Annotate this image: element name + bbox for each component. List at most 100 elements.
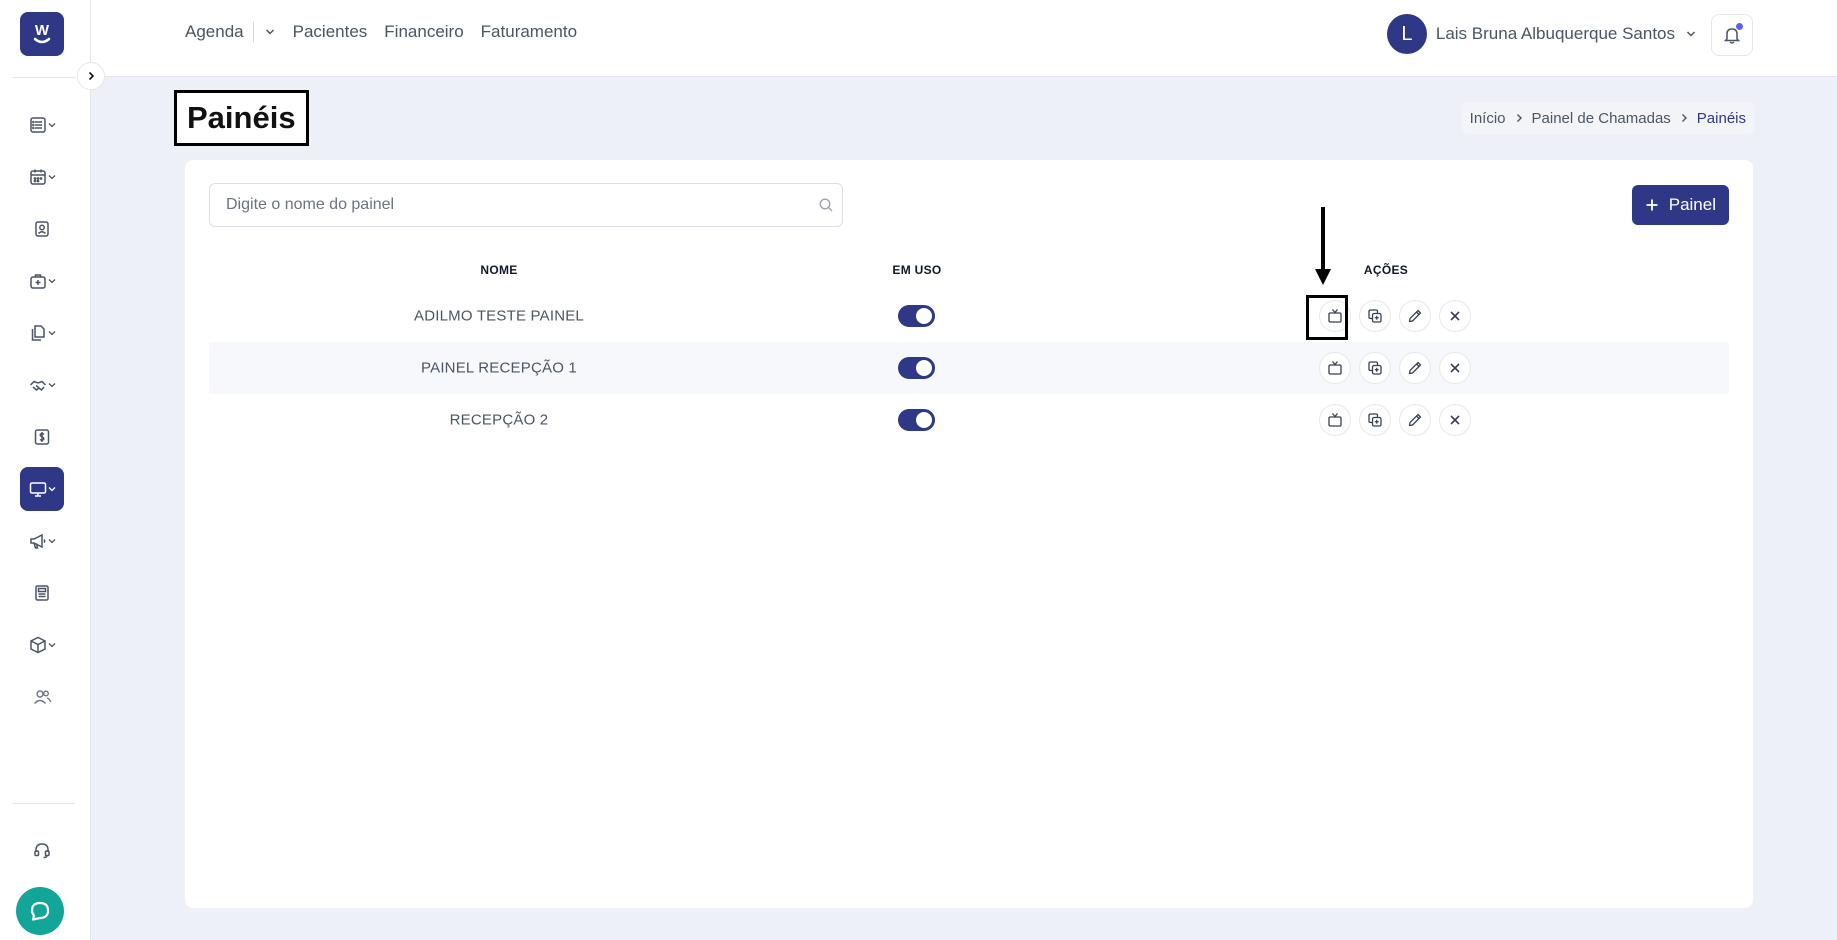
sidebar-item-panels[interactable]: [20, 467, 64, 511]
copy-icon: [1368, 361, 1382, 375]
duplicate-panel-button[interactable]: [1359, 300, 1391, 332]
edit-pencil-icon: [1408, 361, 1422, 375]
panel-name: RECEPÇÃO 2: [449, 411, 549, 429]
add-panel-button[interactable]: Painel: [1631, 185, 1729, 225]
column-header-actions: AÇÕES: [1363, 263, 1409, 277]
user-name[interactable]: Lais Bruna Albuquerque Santos: [1436, 24, 1675, 44]
user-menu[interactable]: L Lais Bruna Albuquerque Santos: [1386, 14, 1697, 54]
edit-panel-button[interactable]: [1399, 404, 1431, 436]
headset-icon: [34, 843, 50, 859]
edit-panel-button[interactable]: [1399, 300, 1431, 332]
sidebar-item-support[interactable]: [20, 828, 64, 872]
nav-divider: [252, 22, 254, 42]
app-logo[interactable]: W: [20, 12, 64, 56]
table-row: ADILMO TESTE PAINEL: [209, 290, 1729, 342]
top-nav-pacientes[interactable]: Pacientes: [293, 22, 368, 42]
list-icon: [29, 117, 46, 133]
chevron-down-icon: [48, 643, 55, 648]
chevron-down-icon: [1686, 31, 1696, 37]
sidebar-item-handshake[interactable]: [20, 363, 64, 407]
edit-pencil-icon: [1408, 413, 1422, 427]
documents-icon: [31, 325, 45, 341]
sidebar: W: [0, 0, 91, 940]
w-logo-icon: W: [33, 22, 51, 44]
sidebar-item-contacts[interactable]: [20, 207, 64, 251]
close-icon: [1450, 311, 1460, 321]
notifications-button[interactable]: [1711, 14, 1753, 56]
breadcrumb-home[interactable]: Início: [1470, 110, 1506, 127]
top-nav-faturamento[interactable]: Faturamento: [481, 22, 577, 42]
breadcrumb-separator: [1514, 113, 1524, 123]
sidebar-item-users[interactable]: [20, 675, 64, 719]
in-use-toggle[interactable]: [898, 305, 935, 327]
sidebar-item-reports[interactable]: [20, 571, 64, 615]
sidebar-item-documents[interactable]: [20, 311, 64, 355]
chevron-down-icon: [48, 487, 55, 492]
sidebar-item-financial[interactable]: [20, 415, 64, 459]
add-panel-label: Painel: [1668, 195, 1716, 214]
edit-pencil-icon: [1408, 309, 1422, 323]
sidebar-item-marketing[interactable]: [20, 519, 64, 563]
top-bar: Agenda Pacientes Financeiro Faturamento …: [91, 0, 1837, 77]
close-icon: [1450, 363, 1460, 373]
handshake-icon: [29, 380, 46, 392]
chat-button[interactable]: [16, 887, 64, 935]
table-row: PAINEL RECEPÇÃO 1: [209, 342, 1729, 394]
top-nav: Agenda Pacientes Financeiro Faturamento: [185, 22, 594, 42]
edit-panel-button[interactable]: [1399, 352, 1431, 384]
open-panel-tv-button[interactable]: [1319, 404, 1351, 436]
calendar-icon: [29, 169, 46, 185]
copy-icon: [1368, 309, 1382, 323]
breadcrumb: Início Painel de Chamadas Painéis: [1461, 102, 1754, 134]
search-field[interactable]: [209, 183, 843, 227]
sidebar-divider: [12, 803, 75, 804]
chevron-down-icon: [48, 383, 55, 388]
breadcrumb-painel-chamadas[interactable]: Painel de Chamadas: [1532, 110, 1671, 127]
duplicate-panel-button[interactable]: [1359, 352, 1391, 384]
sidebar-item-medical[interactable]: [20, 259, 64, 303]
top-nav-financeiro[interactable]: Financeiro: [384, 22, 463, 42]
users-icon: [33, 690, 52, 704]
close-icon: [1450, 415, 1460, 425]
sidebar-item-list[interactable]: [20, 103, 64, 147]
toggle-knob: [916, 360, 932, 376]
chevron-right-icon: [88, 71, 95, 81]
top-nav-agenda[interactable]: Agenda: [185, 22, 244, 42]
chevron-down-icon: [48, 123, 55, 128]
in-use-toggle[interactable]: [898, 409, 935, 431]
in-use-toggle[interactable]: [898, 357, 935, 379]
breadcrumb-separator: [1679, 113, 1689, 123]
chevron-down-icon: [48, 539, 55, 544]
monitor-icon: [29, 482, 46, 497]
panel-name: ADILMO TESTE PAINEL: [414, 307, 584, 325]
search-input[interactable]: [226, 184, 806, 226]
toggle-knob: [916, 308, 932, 324]
sidebar-toggle-button[interactable]: [77, 62, 105, 90]
tv-icon: [1328, 413, 1342, 427]
delete-panel-button[interactable]: [1439, 352, 1471, 384]
search-icon: [819, 198, 833, 212]
delete-panel-button[interactable]: [1439, 300, 1471, 332]
annotation-highlight-box: [1306, 295, 1348, 340]
panel-name: PAINEL RECEPÇÃO 1: [421, 359, 577, 377]
chat-bubble-icon: [30, 901, 50, 921]
page-title: Painéis: [174, 90, 309, 146]
agenda-dropdown-toggle[interactable]: [264, 26, 276, 38]
box-icon: [29, 636, 46, 654]
avatar[interactable]: L: [1386, 14, 1427, 54]
svg-text:W: W: [35, 22, 50, 39]
toggle-knob: [916, 412, 932, 428]
delete-panel-button[interactable]: [1439, 404, 1471, 436]
sidebar-item-calendar[interactable]: [20, 155, 64, 199]
breadcrumb-current: Painéis: [1696, 109, 1746, 127]
plus-icon: [1645, 198, 1659, 212]
sidebar-item-inventory[interactable]: [20, 623, 64, 667]
column-header-name: NOME: [480, 263, 518, 277]
chevron-down-icon: [48, 279, 55, 284]
open-panel-tv-button[interactable]: [1319, 352, 1351, 384]
contact-card-icon: [35, 221, 49, 237]
chevron-right-icon: [1516, 114, 1522, 122]
dollar-icon: [34, 429, 50, 445]
annotation-arrow-icon: [1315, 207, 1331, 285]
duplicate-panel-button[interactable]: [1359, 404, 1391, 436]
